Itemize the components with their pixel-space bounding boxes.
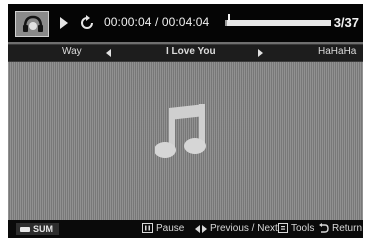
play-icon[interactable] [60,17,68,29]
next-track-title[interactable]: HaHaHa [318,46,356,57]
tools-hint[interactable]: Tools [278,223,314,235]
tools-icon [278,223,288,233]
pause-key-icon [142,223,153,233]
track-counter: 3/37 [333,15,359,30]
current-track-title: I Love You [166,46,216,57]
chevron-right-icon[interactable] [258,49,263,57]
progress-fill [225,20,227,26]
left-right-arrows-icon [195,225,207,233]
pause-hint[interactable]: Pause [142,223,184,235]
chevron-left-icon[interactable] [106,49,111,57]
progress-bar[interactable] [225,14,331,26]
music-headphones-icon [15,11,49,37]
progress-marker [228,14,230,22]
remote-icon [20,227,30,232]
music-player-screen: 00:00:04 / 00:04:04 3/37 Way I Love You … [8,4,363,238]
bottom-help-bar: SUM Pause Previous / Next Tools Return [8,220,363,238]
previous-next-hint[interactable]: Previous / Next [195,223,278,235]
pause-label: Pause [156,223,185,234]
album-art-area [8,62,363,220]
tools-label: Tools [291,223,315,234]
return-label: Return [332,223,363,234]
top-status-bar: 00:00:04 / 00:04:04 3/37 [8,4,363,42]
previous-track-title[interactable]: Way [62,46,82,57]
repeat-icon[interactable] [79,15,95,31]
playback-time: 00:00:04 / 00:04:04 [104,15,210,29]
sum-label: SUM [33,224,53,234]
return-icon [319,223,329,233]
sum-button[interactable]: SUM [16,223,59,235]
return-hint[interactable]: Return [319,223,362,235]
playlist-row: Way I Love You HaHaHa [8,44,363,62]
previous-next-label: Previous / Next [210,223,278,234]
music-note-icon [155,104,206,158]
